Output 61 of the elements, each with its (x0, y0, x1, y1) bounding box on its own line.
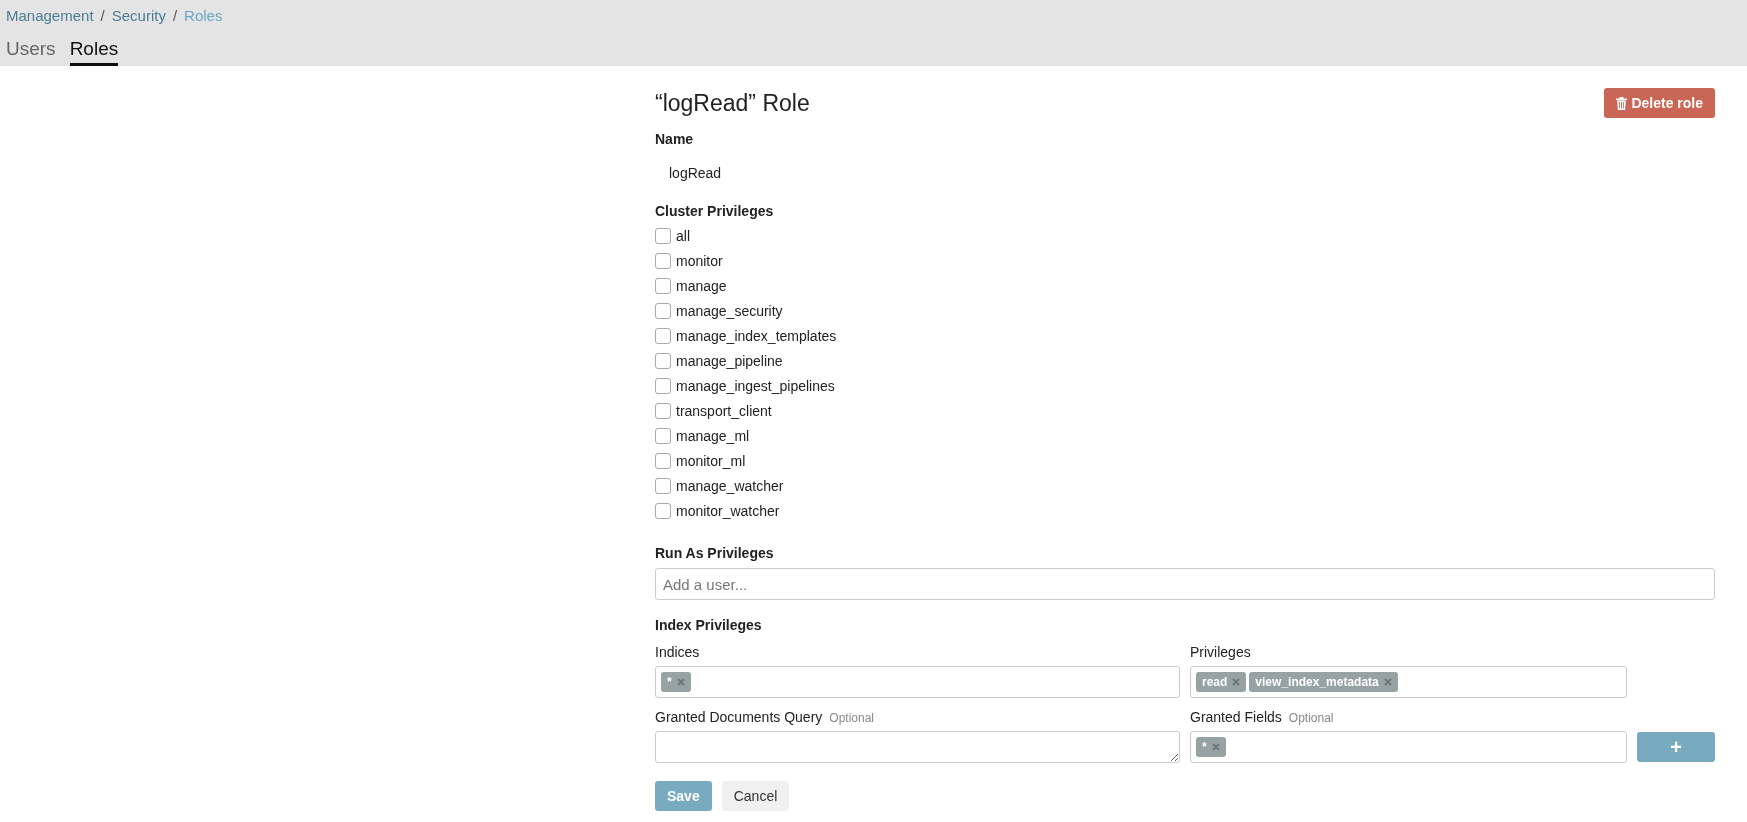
tab[interactable]: Roles (69, 38, 119, 66)
checkbox-label: manage_watcher (676, 477, 784, 494)
user-input-field[interactable]: Add a user... (655, 568, 1715, 600)
checkbox-label: manage_ingest_pipelines (676, 377, 835, 394)
checkbox[interactable] (655, 377, 671, 394)
tag: read (1196, 672, 1247, 692)
tag: view_index_metadata (1249, 672, 1398, 692)
checkbox[interactable] (655, 352, 671, 369)
remove-icon[interactable] (1383, 678, 1392, 686)
field-label: Privileges (1190, 643, 1252, 660)
checkbox[interactable] (655, 327, 671, 344)
checkbox-label: manage (676, 277, 727, 294)
tab[interactable]: Users (6, 38, 56, 66)
fields-field[interactable]: * (1190, 731, 1627, 763)
field-label: Granted Documents Query (655, 709, 823, 725)
checkbox[interactable] (655, 302, 671, 319)
query-textarea[interactable] (655, 731, 1180, 763)
section-label: Run As Privileges (655, 545, 775, 561)
indices-field[interactable]: * (655, 666, 1180, 698)
privileges-field[interactable]: read view_index_metadata (1190, 666, 1627, 698)
checkbox-label: monitor_ml (676, 452, 746, 469)
checkbox[interactable] (655, 427, 671, 444)
delete-role-button[interactable]: Delete role (1604, 88, 1715, 118)
field-label: Name (655, 131, 695, 147)
tag: * (1196, 737, 1226, 757)
checkbox[interactable] (655, 252, 671, 269)
checkbox[interactable] (655, 277, 671, 294)
field-label: Granted Fields (1190, 709, 1282, 725)
checkbox-label: all (676, 227, 690, 244)
remove-icon[interactable] (1232, 678, 1241, 686)
checkbox[interactable] (655, 402, 671, 419)
breadcrumb-link[interactable]: Management (6, 6, 94, 24)
field-label: Indices (655, 643, 701, 660)
section-label: Index Privileges (655, 617, 763, 633)
save-button[interactable]: Save (655, 781, 712, 811)
add-button[interactable]: + (1637, 732, 1715, 762)
checkbox[interactable] (655, 227, 671, 244)
checkbox-label: transport_client (676, 402, 772, 419)
checkbox-label: manage_security (676, 302, 783, 319)
checkbox-label: monitor_watcher (676, 502, 780, 519)
optional-hint: Optional (829, 711, 874, 725)
remove-icon[interactable] (1211, 743, 1220, 751)
checkbox[interactable] (655, 502, 671, 519)
cancel-button[interactable]: Cancel (721, 781, 790, 811)
breadcrumb-link[interactable]: Security (111, 6, 166, 24)
remove-icon[interactable] (676, 678, 685, 686)
section-label: Cluster Privileges (655, 203, 775, 219)
trash-icon (1616, 96, 1628, 110)
role-name-value: logRead (668, 164, 723, 181)
checkbox-label: manage_pipeline (676, 352, 783, 369)
breadcrumb-link[interactable]: Roles (184, 6, 223, 24)
checkbox-label: manage_ml (676, 427, 750, 444)
checkbox[interactable] (655, 477, 671, 494)
page-title: “logRead” Role (655, 89, 810, 117)
optional-hint: Optional (1288, 711, 1334, 725)
checkbox[interactable] (655, 452, 671, 469)
checkbox-label: manage_index_templates (676, 327, 837, 344)
tag: * (661, 672, 691, 692)
breadcrumb-separator: / (100, 6, 105, 24)
breadcrumb-separator: / (172, 6, 178, 24)
checkbox-label: monitor (676, 252, 723, 269)
